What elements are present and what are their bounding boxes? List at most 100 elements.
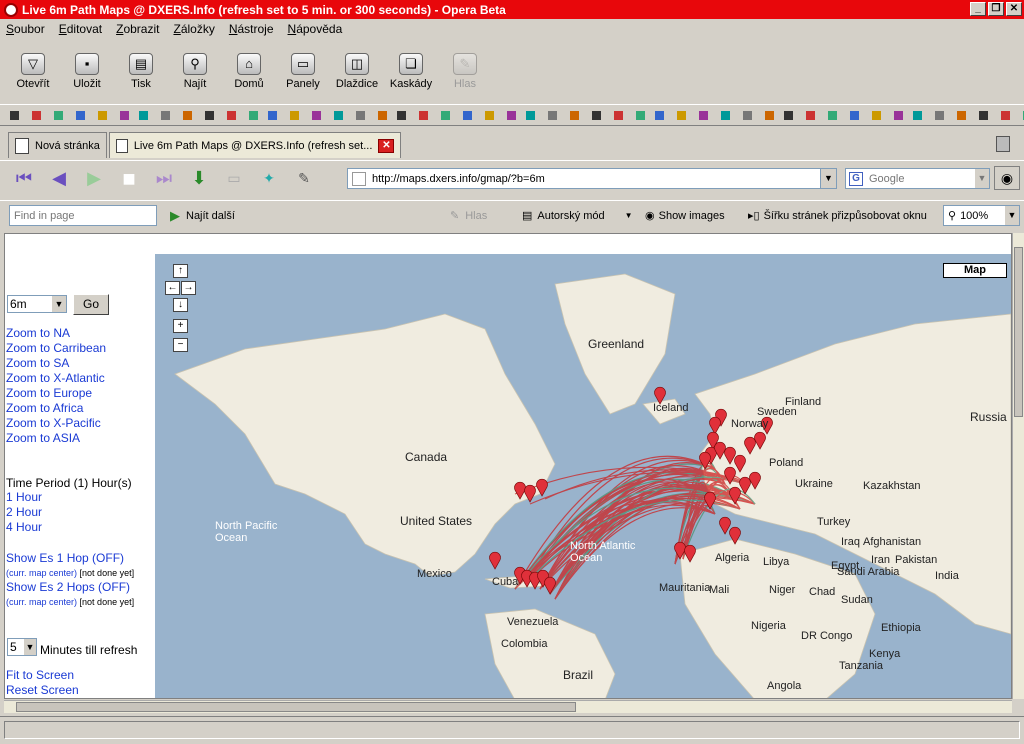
bookmark-icon[interactable] <box>441 110 450 120</box>
search-box[interactable]: G Google ▼ <box>845 168 990 189</box>
pan-down-icon[interactable]: ↓ <box>173 298 188 312</box>
bookmark-icon[interactable] <box>139 110 148 120</box>
menu-napoveda[interactable]: Nápověda <box>288 22 343 36</box>
horizontal-scroll-thumb[interactable] <box>16 702 576 712</box>
band-select[interactable]: 6m ▼ <box>7 295 67 313</box>
bookmark-icon[interactable] <box>743 110 752 120</box>
bookmark-icon[interactable] <box>806 110 815 120</box>
bookmark-icon[interactable] <box>419 110 428 120</box>
voice-find-button[interactable]: ✎ Hlas <box>450 205 487 226</box>
bookmark-icon[interactable] <box>397 110 406 120</box>
bookmark-icon[interactable] <box>935 110 944 120</box>
2-hour-link[interactable]: 2 Hour <box>6 505 132 520</box>
address-dropdown-icon[interactable]: ▼ <box>820 169 836 188</box>
zoom-carribean-link[interactable]: Zoom to Carribean <box>6 341 106 356</box>
pan-right-icon[interactable]: → <box>181 281 196 295</box>
zoom-x-pacific-link[interactable]: Zoom to X-Pacific <box>6 416 106 431</box>
bookmark-icon[interactable] <box>765 110 774 120</box>
bookmark-icon[interactable] <box>10 110 19 120</box>
zoom-africa-link[interactable]: Zoom to Africa <box>6 401 106 416</box>
voice-button[interactable]: ✎ Hlas <box>438 42 492 100</box>
bookmark-icon[interactable] <box>979 110 988 120</box>
home-button[interactable]: ⌂ Domů <box>222 42 276 100</box>
vertical-scrollbar[interactable] <box>1012 233 1024 699</box>
zoom-x-atlantic-link[interactable]: Zoom to X-Atlantic <box>6 371 106 386</box>
bookmark-icon[interactable] <box>872 110 881 120</box>
reset-screen-link[interactable]: Reset Screen <box>6 683 79 698</box>
bookmark-icon[interactable] <box>290 110 299 120</box>
minutes-select[interactable]: 5 ▼ <box>7 638 37 656</box>
vertical-scroll-thumb[interactable] <box>1014 247 1023 417</box>
minimize-button[interactable]: _ <box>970 2 986 16</box>
horizontal-scrollbar[interactable] <box>4 700 1012 713</box>
bookmark-icon[interactable] <box>356 110 365 120</box>
rewind-icon[interactable]: ⏮ <box>10 165 38 193</box>
es-1-hop-link[interactable]: Show Es 1 Hop (OFF) <box>6 551 156 566</box>
open-button[interactable]: ▽ Otevřít <box>6 42 60 100</box>
bookmark-icon[interactable] <box>183 110 192 120</box>
zoom-na-link[interactable]: Zoom to NA <box>6 326 106 341</box>
reload-icon[interactable]: ⬇ <box>185 165 213 193</box>
pan-up-icon[interactable]: ↑ <box>173 264 188 278</box>
bookmark-icon[interactable] <box>54 110 63 120</box>
menu-soubor[interactable]: Soubor <box>6 22 45 36</box>
world-map[interactable]: Map ↑ ← → ↓ + − Greenland Iceland Finland S… <box>155 254 1011 698</box>
bookmark-icon[interactable] <box>850 110 859 120</box>
bookmark-icon[interactable] <box>507 110 516 120</box>
trash-icon[interactable] <box>996 136 1010 152</box>
bookmark-icon[interactable] <box>227 110 236 120</box>
bookmark-icon[interactable] <box>1001 110 1010 120</box>
zoom-asia-link[interactable]: Zoom to ASIA <box>6 431 106 446</box>
bookmark-icon[interactable] <box>614 110 623 120</box>
fit-width-button[interactable]: ▸▯ Šířku stránek přizpůsobovat oknu <box>748 205 927 226</box>
panels-button[interactable]: ▭ Panely <box>276 42 330 100</box>
bookmark-icon[interactable] <box>570 110 579 120</box>
find-button[interactable]: ⚲ Najít <box>168 42 222 100</box>
back-icon[interactable]: ◀ <box>45 165 73 193</box>
bookmark-icon[interactable] <box>120 110 129 120</box>
search-dropdown-icon[interactable]: ▼ <box>975 169 989 188</box>
tab-new-page[interactable]: Nová stránka <box>8 132 107 158</box>
bookmark-icon[interactable] <box>913 110 922 120</box>
close-tab-icon[interactable]: ✕ <box>378 138 395 153</box>
bookmark-icon[interactable] <box>636 110 645 120</box>
tab-live-6m[interactable]: Live 6m Path Maps @ DXERS.Info (refresh … <box>108 132 402 158</box>
stop-icon[interactable]: ■ <box>115 165 143 193</box>
bookmark-icon[interactable] <box>894 110 903 120</box>
bookmark-icon[interactable] <box>463 110 472 120</box>
es-2-hops-link[interactable]: Show Es 2 Hops (OFF) <box>6 580 156 595</box>
zoom-sa-link[interactable]: Zoom to SA <box>6 356 106 371</box>
zoom-dropdown-icon[interactable]: ▼ <box>1005 206 1019 225</box>
show-images-button[interactable]: ◉ Show images <box>645 205 725 226</box>
1-hour-link[interactable]: 1 Hour <box>6 490 132 505</box>
save-page-icon[interactable]: ▭ <box>220 165 248 193</box>
find-next-button[interactable]: ▶ Najít další <box>170 205 235 226</box>
bookmark-icon[interactable] <box>828 110 837 120</box>
zoom-in-icon[interactable]: + <box>173 319 188 333</box>
find-in-page-input[interactable]: Find in page <box>9 205 157 226</box>
address-bar[interactable]: http://maps.dxers.info/gmap/?b=6m ▼ <box>347 168 837 189</box>
menu-nastroje[interactable]: Nástroje <box>229 22 274 36</box>
wand-icon[interactable]: ✦ <box>255 165 283 193</box>
bookmark-icon[interactable] <box>957 110 966 120</box>
eye-icon[interactable]: ◉ <box>994 166 1020 190</box>
cascade-button[interactable]: ❏ Kaskády <box>384 42 438 100</box>
menu-zobrazit[interactable]: Zobrazit <box>116 22 159 36</box>
bookmark-icon[interactable] <box>32 110 41 120</box>
menu-editovat[interactable]: Editovat <box>59 22 102 36</box>
bookmark-icon[interactable] <box>378 110 387 120</box>
pan-left-icon[interactable]: ← <box>165 281 180 295</box>
fast-forward-icon[interactable]: ⏭ <box>150 165 178 193</box>
bookmark-icon[interactable] <box>205 110 214 120</box>
bookmark-icon[interactable] <box>249 110 258 120</box>
bookmark-icon[interactable] <box>677 110 686 120</box>
bookmark-icon[interactable] <box>268 110 277 120</box>
bookmark-icon[interactable] <box>548 110 557 120</box>
bookmark-icon[interactable] <box>721 110 730 120</box>
bookmark-icon[interactable] <box>699 110 708 120</box>
map-type-button[interactable]: Map <box>943 263 1007 278</box>
bookmark-icon[interactable] <box>76 110 85 120</box>
bookmark-icon[interactable] <box>592 110 601 120</box>
author-mode-button[interactable]: ▤ Autorský mód ▼ <box>522 205 633 226</box>
bookmark-icon[interactable] <box>312 110 321 120</box>
